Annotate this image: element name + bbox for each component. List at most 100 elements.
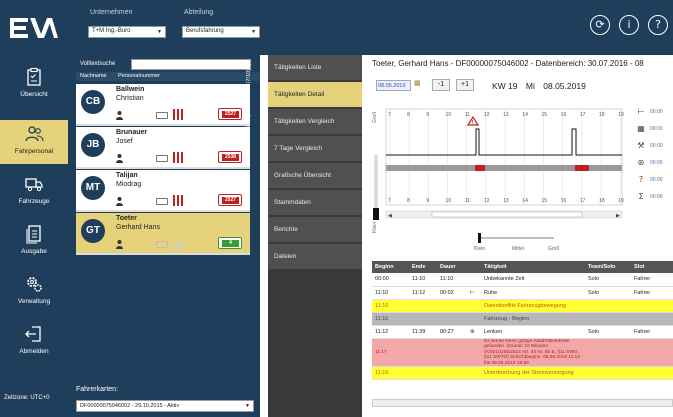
cell-team-solo: Solo xyxy=(585,286,631,300)
person-icon xyxy=(116,240,123,249)
company-select[interactable]: T+M Ing.-Buro ▼ xyxy=(88,26,166,38)
zoom-thumb[interactable] xyxy=(373,208,379,220)
timeline-plot xyxy=(385,108,623,206)
driver-row[interactable]: JB Brunauer Josef 2538 xyxy=(76,127,250,169)
svg-text:!: ! xyxy=(472,120,474,126)
nav-item-fahrpersonal[interactable]: Fahrpersonal xyxy=(0,120,68,164)
cell-taetigkeit: Fahrzeug - Beginn xyxy=(481,312,585,326)
driver-row-selected[interactable]: GT Toeter Gerhard Hans 4 xyxy=(76,213,250,255)
status-badge: 2538 xyxy=(218,151,242,163)
tab-taetigkeiten-liste[interactable]: Tätigkeiten Liste xyxy=(268,55,362,82)
info-icon[interactable]: i xyxy=(619,15,639,35)
col-slot[interactable]: Slot xyxy=(631,261,673,273)
tab-dateien[interactable]: Dateien xyxy=(268,244,362,271)
zoom-label-mittel: Mittel xyxy=(512,246,524,252)
sidebar-nav: Übersicht Fahrpersonal Fahrzeuge Ausgabe… xyxy=(0,55,68,417)
avatar: GT xyxy=(81,219,105,243)
clipboard-icon xyxy=(27,67,41,86)
hour-tick-label-top: 18 xyxy=(599,112,605,118)
nav-item-uebersicht[interactable]: Übersicht xyxy=(0,63,68,107)
hour-tick-label-top: 9 xyxy=(426,112,429,118)
app-window: Unternehmen T+M Ing.-Buro ▼ Abteilung Ber… xyxy=(0,0,673,417)
driver-last-name: Talijan xyxy=(116,172,138,179)
col-header-name[interactable]: Nachname xyxy=(80,73,107,79)
zoom-label-klein: Klein xyxy=(474,246,485,252)
tab-berichte[interactable]: Berichte xyxy=(268,217,362,244)
hour-tick-label-bottom: 16 xyxy=(561,198,567,204)
nav-item-fahrzeuge[interactable]: Fahrzeuge xyxy=(0,170,68,214)
calendar-icon[interactable]: ▦ xyxy=(414,79,424,91)
hour-tick-label-bottom: 10 xyxy=(446,198,452,204)
zoom-slider[interactable]: Klein Mittel Groß xyxy=(462,233,572,253)
cell-beginn: 11:17 xyxy=(372,338,409,368)
chevron-down-icon: ▼ xyxy=(251,29,256,35)
hour-tick-label-bottom: 8 xyxy=(407,198,410,204)
driver-row[interactable]: CB Ballwein Christian 2527 xyxy=(76,84,250,126)
zoom-slider-thumb[interactable] xyxy=(478,233,481,243)
tab-taetigkeiten-vergleich[interactable]: Tätigkeiten Vergleich xyxy=(268,109,362,136)
filter-vertical-label[interactable]: Fahrpersonalfilter (7/10) xyxy=(246,69,254,128)
nav-item-abmelden[interactable]: Abmelden xyxy=(0,320,68,364)
tab-7-tage-vergleich[interactable]: 7 Tage Vergleich xyxy=(268,136,362,163)
table-row[interactable]: 11:10 11:12 00:02 ⊢ Ruhe Solo Fahrer xyxy=(372,286,673,300)
card-icon xyxy=(156,198,168,205)
search-input[interactable] xyxy=(131,59,251,70)
next-day-button[interactable]: +1 xyxy=(456,79,474,91)
table-row[interactable]: 00:00 11:10 11:10 Unbekannte Zeit Solo Fahrer xyxy=(372,273,673,287)
cell-taetigkeit: Ruhe xyxy=(481,286,585,300)
driver-card-select[interactable]: DF00000075046002 - 29.10.2015 - Aktiv ▼ xyxy=(76,400,254,412)
steering-icon: ⊛ xyxy=(470,328,475,335)
signal-bars-icon xyxy=(173,238,187,249)
top-bar: Unternehmen T+M Ing.-Buro ▼ Abteilung Ber… xyxy=(0,0,673,55)
tab-taetigkeiten-detail[interactable]: Tätigkeiten Detail xyxy=(268,82,362,109)
week-number: KW 19 xyxy=(492,81,518,91)
cell-ende xyxy=(409,299,437,313)
cell-taetigkeit: Datenkonflikt Fahrzeugbewegung xyxy=(481,299,585,313)
nav-item-verwaltung[interactable]: Verwaltung xyxy=(0,270,68,314)
timeline-scrollbar-thumb[interactable] xyxy=(431,211,583,218)
cell-icon xyxy=(467,338,481,368)
table-row[interactable]: 11:10 Datenkonflikt Fahrzeugbewegung xyxy=(372,299,673,313)
table-row[interactable]: 11:17 Es wurde keine gültige Abfahrtskont… xyxy=(372,338,673,368)
col-icon xyxy=(467,261,481,273)
warning-bars-icon xyxy=(173,109,187,120)
scroll-right-icon[interactable]: ▶ xyxy=(616,213,620,219)
table-row[interactable]: 11:16 Unterbrechung der Stromversorgung xyxy=(372,366,673,381)
close-icon[interactable]: ✕ xyxy=(245,59,252,68)
grid-icon: ▦ xyxy=(637,124,645,133)
scroll-left-icon[interactable]: ◀ xyxy=(388,213,392,219)
legend-value: 00:00 xyxy=(650,109,663,115)
date-input[interactable]: 08.05.2019 xyxy=(376,80,411,91)
cell-dauer: 00:02 xyxy=(437,286,467,300)
col-beginn[interactable]: Beginn xyxy=(372,261,409,273)
sync-icon[interactable]: ⟳ xyxy=(590,15,610,35)
avatar: JB xyxy=(81,133,105,157)
status-badge-value: 4 xyxy=(222,240,239,247)
activity-legend: ⊢ 00:00 ▦ 00:00 ⚒ 00:00 ⊛ 00:00 ? 00:00 Σ 00:0… xyxy=(636,107,673,207)
col-team-solo[interactable]: Team/Solo xyxy=(585,261,631,273)
department-select[interactable]: Berufsfahrung ▼ xyxy=(182,26,260,38)
sum-icon: Σ xyxy=(638,192,644,201)
col-taetigkeit[interactable]: Tätigkeit xyxy=(481,261,585,273)
help-icon[interactable]: ? xyxy=(648,15,668,35)
card-icon xyxy=(156,241,168,248)
cell-dauer xyxy=(437,312,467,326)
col-dauer[interactable]: Dauer xyxy=(437,261,467,273)
nav-item-ausgabe[interactable]: Ausgabe xyxy=(0,220,68,264)
cell-taetigkeit: Unterbrechung der Stromversorgung xyxy=(481,366,585,381)
tab-stammdaten[interactable]: Stammdaten xyxy=(268,190,362,217)
list-column-headers: Nachname Personalnummer xyxy=(76,72,260,81)
driver-row[interactable]: MT Talijan Miodrag 2527 xyxy=(76,170,250,212)
prev-day-button[interactable]: -1 xyxy=(432,79,450,91)
table-scrollbar[interactable] xyxy=(372,399,673,407)
tab-grafische-uebersicht[interactable]: Grafische Übersicht xyxy=(268,163,362,190)
bed-icon: ⊢ xyxy=(470,289,475,296)
search-row: Volltextsuche ✕ xyxy=(76,58,260,72)
legend-value: 00:00 xyxy=(650,160,663,166)
table-row[interactable]: 11:10 Fahrzeug - Beginn xyxy=(372,312,673,326)
table-row[interactable]: 11:12 11:39 00:27 ⊛ Lenken Solo Fahrer xyxy=(372,325,673,339)
col-header-number[interactable]: Personalnummer xyxy=(118,73,160,79)
col-ende[interactable]: Ende xyxy=(409,261,437,273)
cell-icon xyxy=(467,299,481,313)
cell-dauer: 11:10 xyxy=(437,273,467,287)
